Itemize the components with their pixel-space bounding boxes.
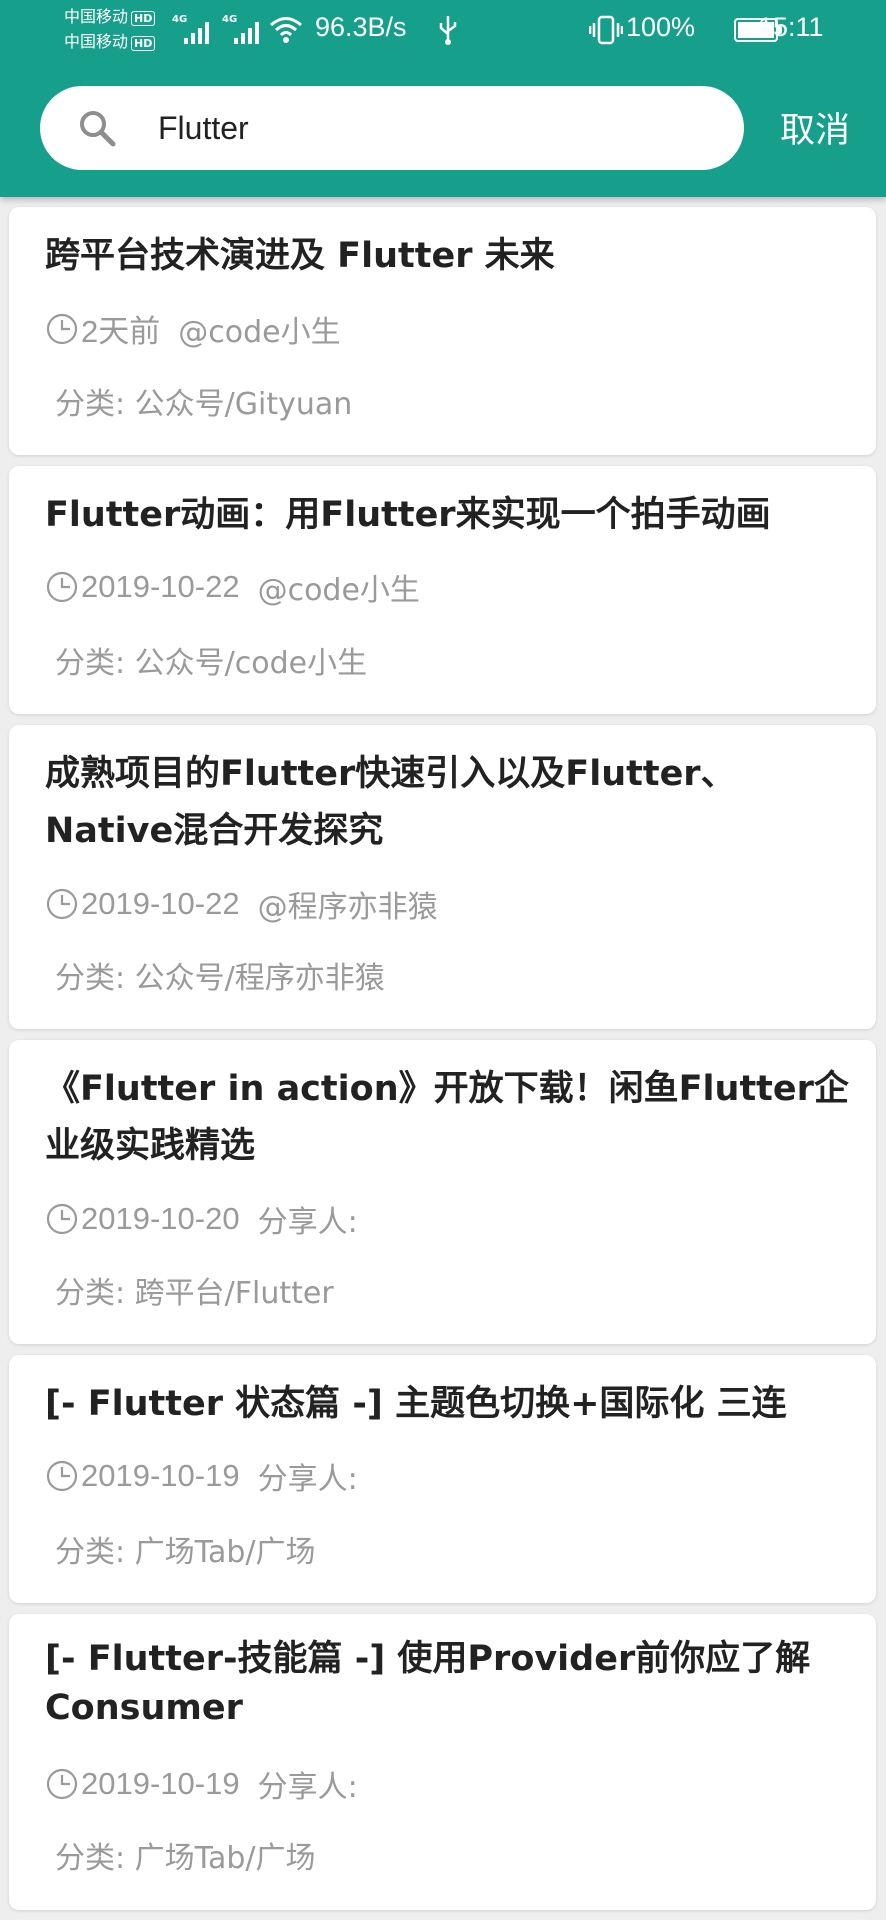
network-speed: 96.3B/s (315, 12, 407, 42)
result-meta: 2019-10-19 分享人: (45, 1762, 358, 1806)
carrier-1-label: 中国移动 (64, 7, 129, 26)
result-card[interactable]: 跨平台技术演进及 Flutter 未来 2天前 @code小生 分类: 公众号/… (9, 207, 876, 455)
result-category: 分类: 广场Tab/广场 (55, 1535, 316, 1570)
carrier-1: 中国移动 HD (64, 7, 156, 28)
result-card[interactable]: Flutter动画：用Flutter来实现一个拍手动画 2019-10-22 @… (9, 466, 876, 714)
result-date: 2天前 (81, 314, 161, 349)
hd-badge-1: HD (131, 11, 156, 26)
search-box[interactable] (40, 86, 744, 170)
result-card[interactable]: 成熟项目的Flutter快速引入以及Flutter、Native混合开发探究 2… (9, 725, 876, 1029)
result-card[interactable]: [- Flutter 状态篇 -] 主题色切换+国际化 三连 2019-10-1… (9, 1355, 876, 1603)
clock-icon (46, 571, 78, 603)
clock-icon (46, 1203, 78, 1235)
vibrate-icon (589, 15, 623, 45)
result-date: 2019-10-22 (81, 886, 240, 921)
result-category: 分类: 公众号/程序亦非猿 (55, 961, 385, 996)
clock-icon (46, 1768, 78, 1800)
result-category: 分类: 公众号/code小生 (55, 646, 368, 681)
result-meta: 2019-10-22 @code小生 (45, 565, 420, 609)
result-author: @程序亦非猿 (257, 890, 438, 925)
result-author: @code小生 (257, 573, 420, 608)
hd-badge-2: HD (131, 36, 156, 51)
result-title: 《Flutter in action》开放下载！闲鱼Flutter企业级实践精选 (45, 1069, 849, 1166)
cancel-button[interactable]: 取消 (780, 102, 850, 153)
result-author: 分享人: (257, 1205, 358, 1240)
result-card[interactable]: [- Flutter-技能篇 -] 使用Provider前你应了解Consume… (9, 1614, 876, 1910)
result-meta: 2019-10-22 @程序亦非猿 (45, 882, 438, 926)
result-date: 2019-10-22 (81, 569, 240, 604)
result-category: 分类: 跨平台/Flutter (55, 1276, 334, 1311)
carrier-2-label: 中国移动 (64, 32, 129, 51)
clock-time: 15:11 (758, 12, 824, 42)
result-date: 2019-10-19 (81, 1458, 240, 1493)
search-input[interactable] (158, 100, 718, 156)
carrier-2: 中国移动 HD (64, 32, 156, 53)
battery-percent: 100% (626, 12, 696, 42)
clock-icon (46, 1460, 78, 1492)
result-date: 2019-10-20 (81, 1201, 240, 1236)
result-title: 成熟项目的Flutter快速引入以及Flutter、Native混合开发探究 (45, 754, 736, 851)
result-title: [- Flutter-技能篇 -] 使用Provider前你应了解Consume… (45, 1639, 811, 1728)
result-meta: 2天前 @code小生 (45, 306, 341, 351)
search-icon (80, 111, 116, 147)
result-category: 分类: 广场Tab/广场 (55, 1841, 316, 1876)
result-meta: 2019-10-19 分享人: (45, 1454, 358, 1498)
status-bar: 中国移动 HD 中国移动 HD 4G 4G 96.3B/s 100% 15:11 (0, 0, 886, 62)
clock-icon (46, 888, 78, 920)
app-bar: 中国移动 HD 中国移动 HD 4G 4G 96.3B/s 100% 15:11… (0, 0, 886, 197)
usb-icon (439, 16, 457, 45)
result-title: Flutter动画：用Flutter来实现一个拍手动画 (45, 495, 771, 535)
wifi-icon (270, 17, 302, 43)
result-author: 分享人: (257, 1462, 358, 1497)
result-title: [- Flutter 状态篇 -] 主题色切换+国际化 三连 (45, 1384, 787, 1424)
result-author: 分享人: (257, 1770, 358, 1805)
clock-icon (46, 313, 78, 344)
result-category: 分类: 公众号/Gityuan (55, 387, 353, 422)
result-meta: 2019-10-20 分享人: (45, 1197, 358, 1241)
result-date: 2019-10-19 (81, 1766, 240, 1801)
result-title: 跨平台技术演进及 Flutter 未来 (45, 236, 555, 276)
result-author: @code小生 (178, 314, 341, 350)
result-card[interactable]: 《Flutter in action》开放下载！闲鱼Flutter企业级实践精选… (9, 1040, 876, 1344)
